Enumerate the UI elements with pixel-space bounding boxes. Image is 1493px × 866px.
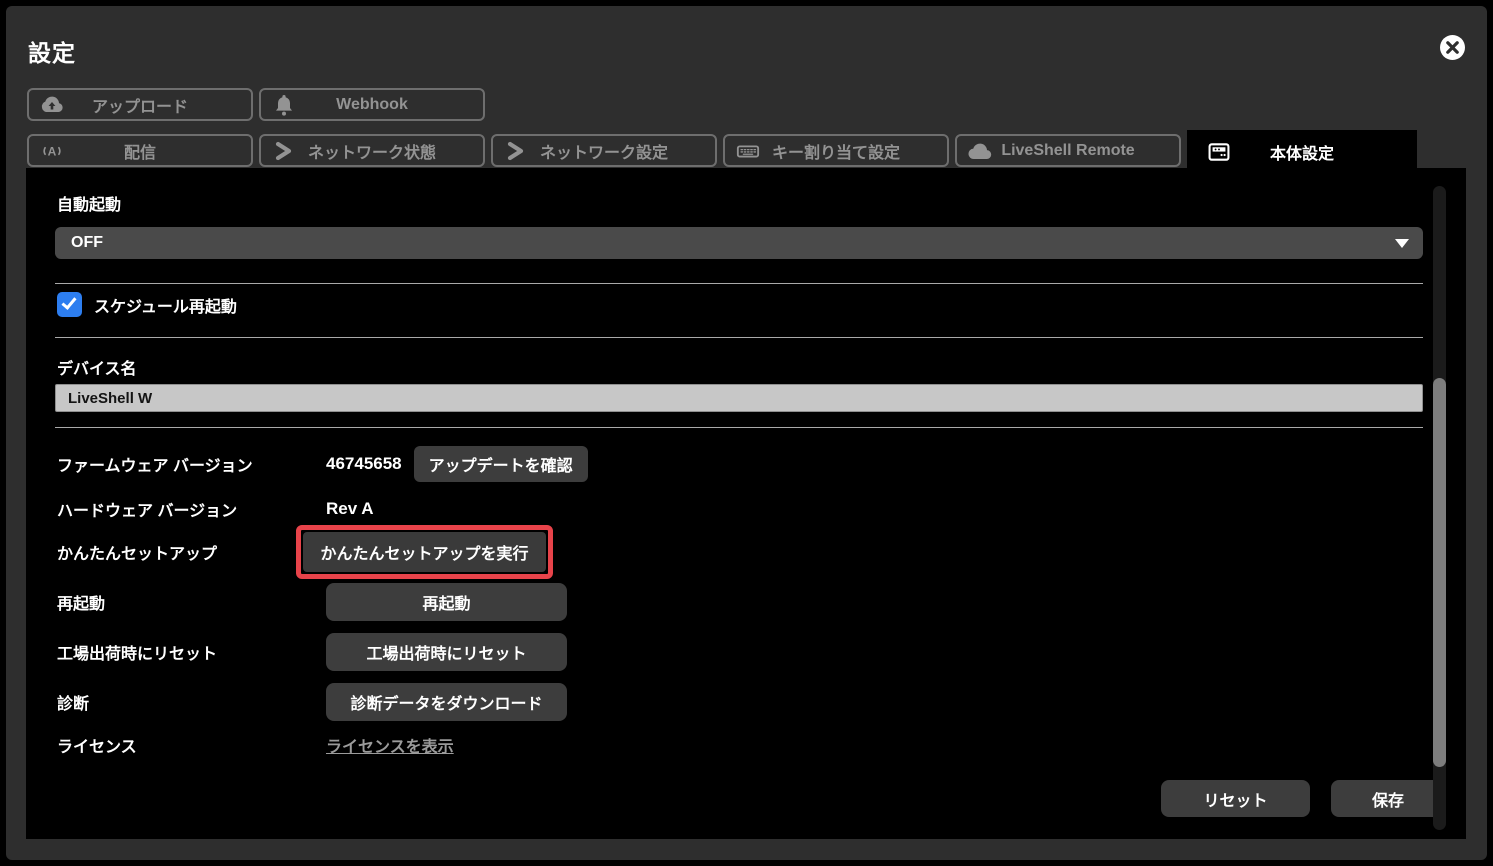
hardware-version: Rev A [326,499,374,519]
tab-network-settings[interactable]: ネットワーク設定 [491,134,717,167]
cloud-upload-icon [40,93,64,117]
reset-button[interactable]: リセット [1161,780,1310,817]
auto-start-select[interactable]: OFF [55,227,1423,259]
auto-start-label: 自動起動 [57,191,121,215]
tab-label: Webhook [336,96,408,114]
dropdown-arrow-icon [1395,239,1409,248]
checkmark-icon [61,294,76,310]
show-license-link[interactable]: ライセンスを表示 [326,733,454,757]
tab-label: 本体設定 [1270,140,1334,164]
svg-text:A: A [48,144,57,158]
tab-label: キー割り当て設定 [772,139,900,163]
tab-label: ネットワーク状態 [308,139,436,163]
check-update-button[interactable]: アップデートを確認 [414,446,588,482]
firmware-label: ファームウェア バージョン [57,452,326,476]
download-diagnostics-button[interactable]: 診断データをダウンロード [326,683,567,721]
tab-liveshell-remote[interactable]: LiveShell Remote [955,134,1181,167]
tab-broadcast[interactable]: A 配信 [27,134,253,167]
antenna-icon: A [40,139,64,163]
restart-button[interactable]: 再起動 [326,583,567,621]
license-label: ライセンス [57,733,326,757]
factory-reset-label: 工場出荷時にリセット [57,640,326,664]
settings-dialog: 設定 アップロード Webhook A [6,6,1487,860]
schedule-restart-label: スケジュール再起動 [94,293,237,317]
tab-label: ネットワーク設定 [540,139,668,163]
scrollbar-thumb[interactable] [1433,378,1446,767]
tab-upload[interactable]: アップロード [27,88,253,121]
device-icon [1207,140,1231,164]
page-title: 設定 [28,34,76,68]
bell-icon [272,93,296,117]
tab-label: 配信 [124,139,156,163]
restart-label: 再起動 [57,590,326,614]
firmware-version: 46745658 [326,454,402,474]
license-row: ライセンス ライセンスを表示 [57,734,1406,756]
save-button[interactable]: 保存 [1331,780,1445,817]
share-icon [272,139,296,163]
factory-reset-row: 工場出荷時にリセット 工場出荷時にリセット [57,633,1406,671]
auto-start-value: OFF [71,234,103,252]
close-icon [1439,34,1466,61]
tab-row-1: アップロード Webhook [27,88,485,121]
scrollbar[interactable] [1433,186,1446,830]
easy-setup-row: かんたんセットアップ かんたんセットアップを実行 [57,526,1406,578]
share-icon [504,139,528,163]
diagnostics-label: 診断 [57,690,326,714]
divider [55,337,1423,338]
highlight-annotation: かんたんセットアップを実行 [296,525,553,579]
run-easy-setup-button[interactable]: かんたんセットアップを実行 [303,532,546,572]
tab-label: アップロード [92,93,188,117]
schedule-restart-checkbox[interactable] [57,292,82,317]
device-name-input[interactable] [55,384,1423,412]
diagnostics-row: 診断 診断データをダウンロード [57,683,1406,721]
factory-reset-button[interactable]: 工場出荷時にリセット [326,633,567,671]
divider [55,427,1423,428]
divider [55,283,1423,284]
device-name-label: デバイス名 [57,355,137,379]
close-button[interactable] [1439,34,1466,61]
tab-key-assign[interactable]: キー割り当て設定 [723,134,949,167]
cloud-icon [968,139,992,163]
tab-label: LiveShell Remote [1001,142,1134,160]
hardware-row: ハードウェア バージョン Rev A [57,491,1406,527]
schedule-restart-row: スケジュール再起動 [57,292,237,317]
restart-row: 再起動 再起動 [57,583,1406,621]
device-settings-panel: 自動起動 OFF スケジュール再起動 デバイス名 ファームウェア バージョン 4… [26,168,1466,839]
easy-setup-label: かんたんセットアップ [57,540,296,564]
firmware-row: ファームウェア バージョン 46745658 アップデートを確認 [57,446,1406,482]
tab-network-status[interactable]: ネットワーク状態 [259,134,485,167]
tab-webhook[interactable]: Webhook [259,88,485,121]
hardware-label: ハードウェア バージョン [57,497,326,521]
keyboard-icon [736,139,760,163]
